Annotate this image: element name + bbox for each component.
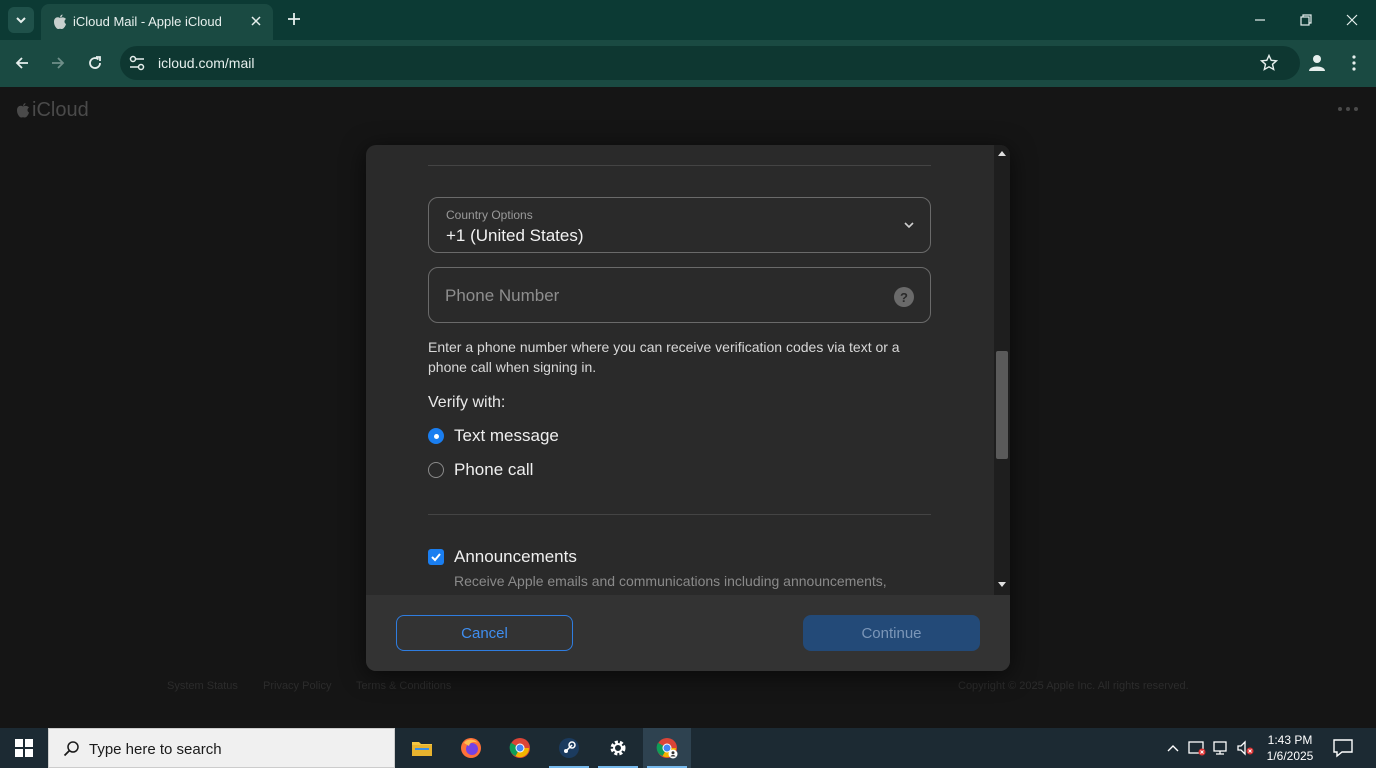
folder-icon	[412, 742, 432, 756]
security-alert-icon	[1188, 741, 1206, 756]
more-vertical-icon	[1352, 55, 1356, 71]
arrow-right-icon	[52, 57, 65, 69]
country-select-value: +1 (United States)	[446, 226, 584, 245]
dialog-scrollbar[interactable]	[994, 145, 1010, 595]
footer-copyright: Copyright © 2025 Apple Inc. All rights r…	[958, 680, 1189, 692]
taskbar-firefox[interactable]	[447, 728, 495, 768]
apple-icon	[54, 14, 66, 30]
browser-toolbar: icloud.com/mail	[0, 40, 1376, 87]
taskbar-steam[interactable]	[545, 728, 593, 768]
address-bar[interactable]: icloud.com/mail	[120, 46, 1300, 80]
minimize-icon	[1255, 19, 1265, 21]
windows-taskbar: Type here to search 1:43 PM 1/6/2025	[0, 728, 1376, 768]
new-tab-button[interactable]	[284, 9, 304, 29]
search-icon	[63, 741, 79, 757]
scroll-down-arrow-icon[interactable]	[997, 581, 1007, 589]
taskbar-clock[interactable]: 1:43 PM 1/6/2025	[1258, 732, 1322, 764]
dialog-footer: Cancel Continue	[366, 595, 1010, 671]
arrow-left-icon	[15, 57, 28, 69]
verify-with-label: Verify with:	[428, 394, 506, 411]
radio-text-message[interactable]: Text message	[428, 425, 559, 447]
footer-privacy-policy[interactable]: Privacy Policy	[263, 680, 331, 692]
browser-tab-active[interactable]: iCloud Mail - Apple iCloud	[41, 4, 273, 40]
windows-logo-icon	[15, 739, 33, 757]
reload-icon	[89, 56, 101, 69]
minimize-button[interactable]	[1245, 8, 1275, 32]
tab-close-button[interactable]	[247, 12, 265, 30]
phone-number-field[interactable]: ?	[428, 267, 931, 323]
clock-date: 1/6/2025	[1266, 749, 1314, 763]
divider	[428, 514, 931, 515]
tray-overflow-button[interactable]	[1164, 739, 1182, 757]
footer-terms[interactable]: Terms & Conditions	[356, 680, 451, 692]
network-icon	[1213, 741, 1227, 755]
radio-label: Phone call	[454, 460, 534, 479]
footer-system-status[interactable]: System Status	[167, 680, 238, 692]
forward-button[interactable]	[47, 52, 69, 74]
clock-time: 1:43 PM	[1267, 733, 1313, 747]
profile-icon[interactable]	[1306, 52, 1328, 74]
phone-helper-text: Enter a phone number where you can recei…	[428, 339, 900, 375]
radio-button[interactable]	[428, 462, 444, 478]
browser-menu-button[interactable]	[1344, 52, 1364, 74]
divider	[428, 165, 931, 166]
help-icon[interactable]: ?	[894, 287, 914, 307]
announcements-checkbox[interactable]	[428, 549, 444, 565]
bookmark-star-icon[interactable]	[1260, 54, 1278, 72]
chrome-icon	[509, 738, 530, 758]
restore-button[interactable]	[1291, 8, 1321, 32]
add-phone-dialog: Country Options +1 (United States) ? Ent…	[366, 145, 1010, 671]
scroll-up-arrow-icon[interactable]	[997, 149, 1007, 157]
site-settings-icon	[129, 55, 145, 71]
tray-network[interactable]	[1212, 739, 1230, 757]
radio-button-selected[interactable]	[428, 428, 444, 444]
back-button[interactable]	[11, 52, 33, 74]
chrome-profile-icon	[656, 738, 678, 759]
announcements-label: Announcements	[454, 547, 577, 566]
chevron-down-icon	[904, 222, 914, 229]
firefox-icon	[461, 738, 481, 758]
announcements-description: Receive Apple emails and communications …	[454, 573, 887, 595]
continue-button[interactable]: Continue	[803, 615, 980, 651]
chevron-up-icon	[1167, 745, 1179, 752]
notification-center-icon[interactable]	[1330, 738, 1356, 758]
taskbar-search-box[interactable]: Type here to search	[48, 728, 395, 768]
browser-tab-strip: iCloud Mail - Apple iCloud	[0, 0, 1376, 40]
volume-muted-icon	[1237, 740, 1254, 756]
more-horizontal-icon[interactable]	[1336, 105, 1360, 113]
chevron-down-icon	[16, 17, 26, 24]
phone-number-input[interactable]	[445, 284, 875, 308]
close-window-button[interactable]	[1337, 8, 1367, 32]
taskbar-chrome-active[interactable]	[643, 728, 691, 768]
reload-button[interactable]	[84, 52, 106, 74]
radio-phone-call[interactable]: Phone call	[428, 459, 533, 481]
cancel-button[interactable]: Cancel	[396, 615, 573, 651]
gear-icon	[610, 740, 626, 756]
taskbar-search-placeholder: Type here to search	[89, 741, 222, 758]
scrollbar-thumb[interactable]	[996, 351, 1008, 459]
tray-security[interactable]	[1188, 739, 1206, 757]
close-icon	[1346, 14, 1358, 26]
icloud-logo[interactable]: iCloud	[16, 99, 89, 122]
taskbar-settings[interactable]	[594, 728, 642, 768]
close-icon	[251, 16, 261, 26]
dialog-scroll-area[interactable]: Country Options +1 (United States) ? Ent…	[366, 145, 994, 595]
tray-volume[interactable]	[1236, 739, 1254, 757]
tab-search-button[interactable]	[8, 7, 34, 33]
country-select[interactable]: Country Options +1 (United States)	[428, 197, 931, 253]
start-button[interactable]	[0, 728, 48, 768]
checkmark-icon	[431, 553, 441, 562]
steam-icon	[559, 738, 579, 758]
announcements-checkbox-row[interactable]: Announcements	[428, 546, 577, 568]
url-text: icloud.com/mail	[158, 55, 255, 71]
taskbar-file-explorer[interactable]	[398, 728, 446, 768]
restore-icon	[1300, 14, 1312, 26]
radio-label: Text message	[454, 426, 559, 445]
tab-title: iCloud Mail - Apple iCloud	[73, 14, 222, 29]
apple-icon	[17, 103, 29, 118]
country-select-label: Country Options	[446, 208, 533, 222]
logo-text: iCloud	[32, 99, 89, 121]
plus-icon	[288, 13, 300, 25]
taskbar-chrome[interactable]	[496, 728, 544, 768]
